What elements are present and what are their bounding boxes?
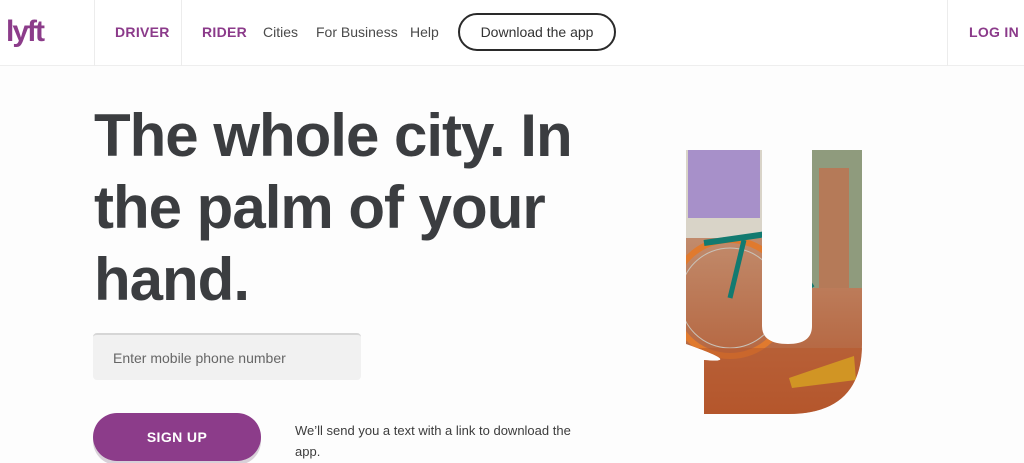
- nav-rider-link[interactable]: RIDER: [202, 24, 247, 41]
- nav-divider: [181, 0, 182, 66]
- nav-divider: [94, 0, 95, 66]
- headline-line: The whole city. In: [94, 102, 573, 169]
- headline-line: hand.: [94, 246, 250, 313]
- nav-for-business-link[interactable]: For Business: [316, 24, 398, 41]
- headline-line: the palm of your: [94, 174, 546, 241]
- top-nav: lyft DRIVER RIDER Cities For Business He…: [0, 0, 1024, 66]
- lyft-logo[interactable]: lyft: [4, 14, 56, 50]
- svg-text:lyft: lyft: [6, 15, 45, 48]
- bike-y-graphic-icon: [686, 150, 862, 414]
- nav-cities-link[interactable]: Cities: [263, 24, 298, 41]
- sign-up-button[interactable]: SIGN UP: [93, 413, 261, 461]
- hero-headline: The whole city. In the palm of your hand…: [94, 100, 614, 316]
- nav-help-link[interactable]: Help: [410, 24, 439, 41]
- phone-number-input[interactable]: [93, 333, 361, 380]
- login-link[interactable]: LOG IN: [969, 24, 1019, 41]
- nav-divider: [947, 0, 948, 66]
- sign-up-helper-text: We’ll send you a text with a link to dow…: [295, 423, 571, 459]
- download-app-button[interactable]: Download the app: [458, 13, 616, 51]
- nav-driver-link[interactable]: DRIVER: [115, 24, 170, 41]
